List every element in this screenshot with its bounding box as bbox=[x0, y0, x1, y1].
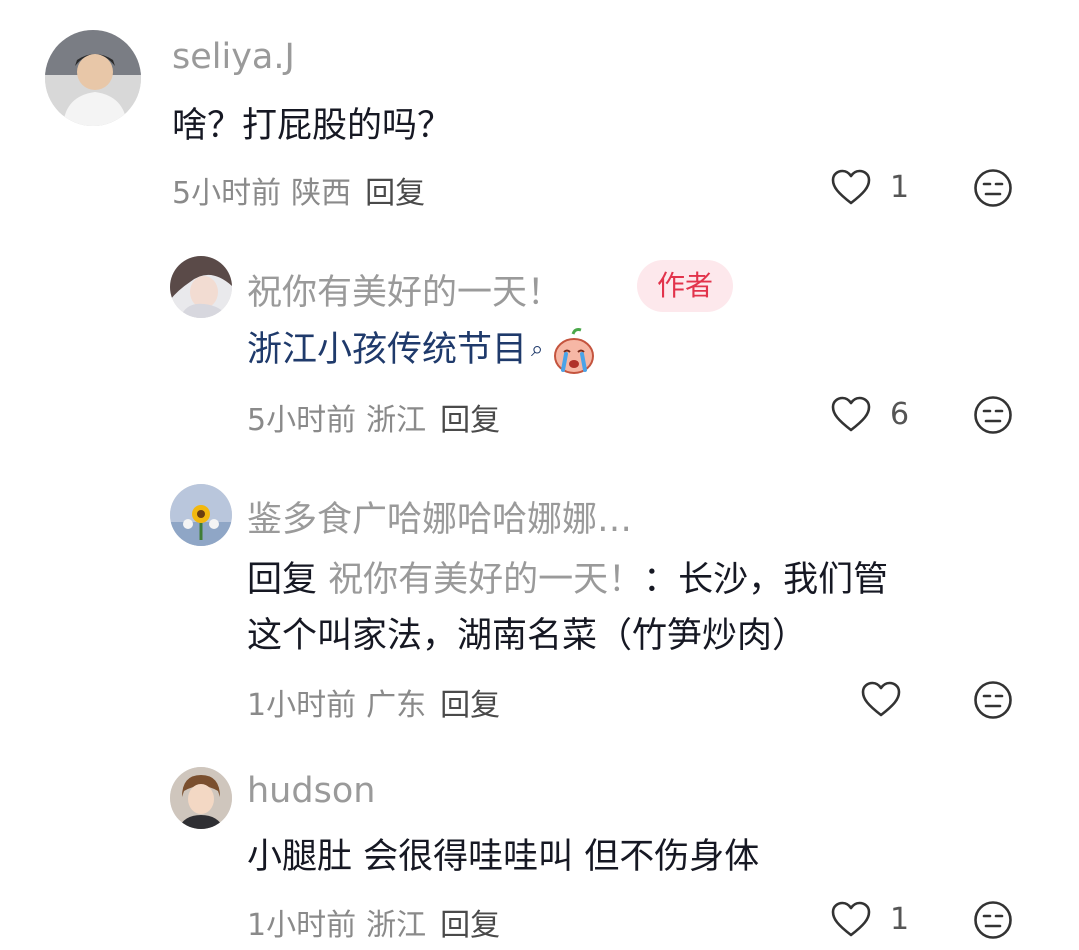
heart-outline-icon bbox=[831, 396, 871, 432]
like-count: 1 bbox=[890, 901, 910, 937]
reply-target-username[interactable]: 祝你有美好的一天！ bbox=[328, 560, 643, 600]
heart-outline-icon bbox=[831, 169, 871, 205]
neutral-face-icon bbox=[974, 901, 1012, 939]
neutral-face-icon bbox=[974, 396, 1012, 434]
like-button[interactable] bbox=[860, 680, 902, 718]
comment-item: 鉴多食广哈娜哈哈娜娜… 回复 祝你有美好的一天！：长沙，我们管 这个叫家法，湖南… bbox=[0, 460, 1079, 745]
reply-button[interactable]: 回复 bbox=[440, 680, 500, 724]
author-badge: 作者 bbox=[637, 260, 734, 312]
comment-item: 祝你有美好的一天！ 作者 浙江小孩传统节目 ⌕ 5小时前 浙江 回复 6 bbox=[0, 230, 1079, 460]
reply-button[interactable]: 回复 bbox=[365, 168, 425, 212]
avatar-image bbox=[170, 256, 232, 318]
comment-location: 浙江 bbox=[366, 403, 427, 438]
dislike-button[interactable] bbox=[973, 900, 1013, 940]
crying-peach-emoji bbox=[554, 328, 595, 374]
comment-location: 浙江 bbox=[366, 908, 427, 943]
comment-location: 陕西 bbox=[291, 176, 352, 211]
avatar-image bbox=[45, 30, 141, 126]
comment-meta: 1小时前 浙江 回复 bbox=[247, 900, 500, 944]
avatar-image bbox=[170, 767, 232, 829]
comment-time: 5小时前 bbox=[247, 403, 357, 438]
username[interactable]: seliya.J bbox=[172, 37, 295, 77]
comment-meta: 1小时前 广东 回复 bbox=[247, 680, 500, 724]
comment-text-line1: ：长沙，我们管 bbox=[643, 560, 889, 600]
like-button[interactable]: 6 bbox=[830, 395, 910, 433]
comment-link-text[interactable]: 浙江小孩传统节目 bbox=[247, 330, 527, 370]
comment-text: 回复 祝你有美好的一天！：长沙，我们管 bbox=[247, 552, 888, 608]
reply-button[interactable]: 回复 bbox=[440, 900, 500, 944]
neutral-face-icon bbox=[974, 681, 1012, 719]
dislike-button[interactable] bbox=[973, 395, 1013, 435]
neutral-face-icon bbox=[974, 169, 1012, 207]
dislike-button[interactable] bbox=[973, 680, 1013, 720]
avatar[interactable] bbox=[45, 30, 141, 126]
comment-time: 1小时前 bbox=[247, 908, 357, 943]
comment-meta: 5小时前 陕西 回复 bbox=[172, 168, 425, 212]
reply-button[interactable]: 回复 bbox=[440, 395, 500, 439]
comment-meta: 5小时前 浙江 回复 bbox=[247, 395, 500, 439]
like-button[interactable]: 1 bbox=[830, 900, 910, 938]
comment-item: seliya.J 啥？打屁股的吗？ 5小时前 陕西 回复 1 bbox=[0, 0, 1079, 230]
avatar[interactable] bbox=[170, 767, 232, 829]
heart-outline-icon bbox=[861, 681, 901, 717]
comment-text: 小腿肚 会很得哇哇叫 但不伤身体 bbox=[247, 837, 760, 877]
dislike-button[interactable] bbox=[973, 168, 1013, 208]
comment-text: 啥？打屁股的吗？ bbox=[172, 106, 453, 146]
like-count: 1 bbox=[890, 169, 910, 205]
comment-item: hudson 小腿肚 会很得哇哇叫 但不伤身体 1小时前 浙江 回复 1 bbox=[0, 745, 1079, 950]
avatar[interactable] bbox=[170, 256, 232, 318]
avatar[interactable] bbox=[170, 484, 232, 546]
heart-outline-icon bbox=[831, 901, 871, 937]
username[interactable]: 鉴多食广哈娜哈哈娜娜… bbox=[247, 491, 632, 542]
username[interactable]: hudson bbox=[247, 771, 375, 811]
comment-time: 5小时前 bbox=[172, 176, 282, 211]
comment-time: 1小时前 bbox=[247, 688, 357, 723]
search-icon: ⌕ bbox=[531, 337, 544, 362]
like-count: 6 bbox=[890, 396, 910, 432]
reply-prefix: 回复 bbox=[247, 560, 318, 600]
comment-text[interactable]: 浙江小孩传统节目 ⌕ bbox=[247, 322, 599, 378]
comment-location: 广东 bbox=[366, 688, 427, 723]
username[interactable]: 祝你有美好的一天！ bbox=[247, 264, 562, 315]
like-button[interactable]: 1 bbox=[830, 168, 910, 206]
comment-text-line2: 这个叫家法，湖南名菜（竹笋炒肉） bbox=[247, 616, 808, 656]
avatar-image bbox=[170, 484, 232, 546]
